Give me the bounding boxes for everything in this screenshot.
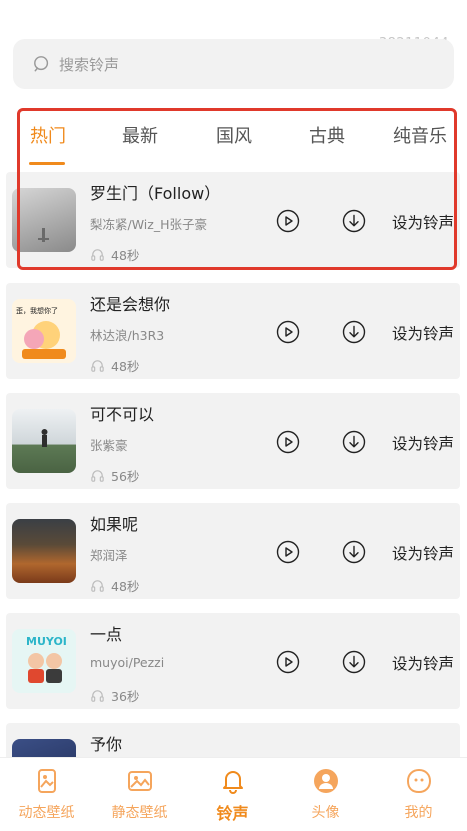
list-item[interactable]: MUYOI 一点 muyoi/Pezzi 36秒 设为铃声 [6,613,460,709]
song-cover [12,519,76,583]
duration-text: 56秒 [111,469,140,484]
list-item[interactable]: 可不可以 张紫豪 56秒 设为铃声 [6,393,460,489]
cover-art: 歪，我想你了 [12,299,76,363]
song-title: 一点 [90,625,123,644]
tab-latest[interactable]: 最新 [122,122,158,148]
tab-guofeng[interactable]: 国风 [216,122,252,148]
song-title: 如果呢 [90,515,139,534]
headphone-icon [91,360,104,372]
song-duration: 56秒 [90,466,139,485]
headphone-icon [91,249,104,261]
play-icon[interactable] [276,320,300,344]
nav-label: 铃声 [216,804,249,823]
song-artist: 张紫豪 [90,438,128,453]
nav-ringtone[interactable]: 铃声 [186,768,279,824]
profile-icon [406,768,431,794]
headphone-icon [91,470,104,482]
duration-text: 36秒 [111,689,140,704]
song-title: 予你 [90,735,123,754]
song-artist: 郑润泽 [90,548,128,563]
live-wallpaper-icon [37,769,56,793]
nav-label: 动态壁纸 [18,805,75,821]
set-ringtone-button[interactable]: 设为铃声 [392,652,454,674]
duration-text: 48秒 [111,248,140,263]
cover-art [41,429,48,447]
download-icon[interactable] [342,209,366,233]
list-item[interactable]: 歪，我想你了 还是会想你 林达浪/h3R3 48秒 设为铃声 [6,283,460,379]
cover-art [38,228,49,242]
bottom-navigation: 动态壁纸 静态壁纸 铃声 头像 我的 [0,757,467,831]
search-icon [34,56,49,72]
duration-text: 48秒 [111,579,140,594]
tab-active-indicator [29,162,65,165]
nav-live-wallpaper[interactable]: 动态壁纸 [0,768,93,822]
song-cover: MUYOI [12,629,76,693]
set-ringtone-button[interactable]: 设为铃声 [392,211,454,233]
download-icon[interactable] [342,650,366,674]
song-artist: 梨冻紧/Wiz_H张子豪 [90,217,207,232]
song-duration: 48秒 [90,356,139,375]
download-icon[interactable] [342,540,366,564]
image-icon [127,771,152,791]
category-tabs: 热门 最新 国风 古典 纯音乐 [0,112,467,172]
song-cover: 歪，我想你了 [12,299,76,363]
song-artist: muyoi/Pezzi [90,655,165,670]
avatar-icon [313,769,338,793]
play-icon[interactable] [276,650,300,674]
download-icon[interactable] [342,430,366,454]
cover-text: MUYOI [26,635,67,648]
cover-text: 歪，我想你了 [16,306,58,315]
nav-label: 静态壁纸 [111,805,168,821]
song-cover [12,409,76,473]
song-duration: 48秒 [90,245,139,264]
set-ringtone-button[interactable]: 设为铃声 [392,432,454,454]
search-placeholder: 搜索铃声 [59,55,120,74]
song-duration: 48秒 [90,576,139,595]
search-bar[interactable]: 搜索铃声 [13,39,454,89]
bell-icon [222,771,243,794]
nav-static-wallpaper[interactable]: 静态壁纸 [93,768,186,822]
list-item[interactable]: 罗生门（Follow） 梨冻紧/Wiz_H张子豪 48秒 设为铃声 [6,172,460,268]
nav-label: 我的 [404,805,433,821]
song-cover [12,188,76,252]
song-artist: 林达浪/h3R3 [90,328,165,343]
headphone-icon [91,580,104,592]
play-icon[interactable] [276,540,300,564]
nav-label: 头像 [311,805,340,821]
nav-profile[interactable]: 我的 [372,768,465,822]
tab-classical[interactable]: 古典 [309,122,345,148]
play-icon[interactable] [276,209,300,233]
song-title: 罗生门（Follow） [90,184,221,203]
cover-art: MUYOI [12,629,76,693]
headphone-icon [91,690,104,702]
tab-pure-music[interactable]: 纯音乐 [393,122,447,148]
song-title: 还是会想你 [90,295,171,314]
duration-text: 48秒 [111,359,140,374]
song-duration: 36秒 [90,686,139,705]
song-title: 可不可以 [90,405,155,424]
set-ringtone-button[interactable]: 设为铃声 [392,322,454,344]
play-icon[interactable] [276,430,300,454]
set-ringtone-button[interactable]: 设为铃声 [392,542,454,564]
tab-hot[interactable]: 热门 [30,122,66,148]
download-icon[interactable] [342,320,366,344]
nav-avatar[interactable]: 头像 [279,768,372,822]
list-item[interactable]: 如果呢 郑润泽 48秒 设为铃声 [6,503,460,599]
